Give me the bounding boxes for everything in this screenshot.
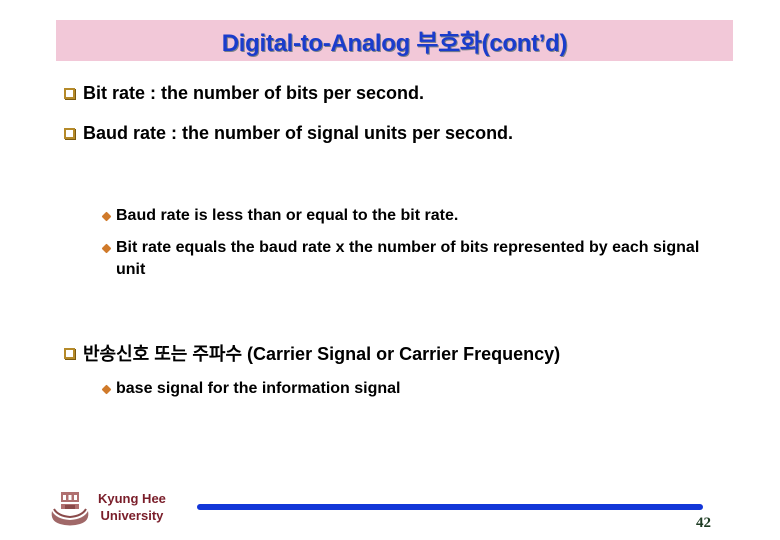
bullet-bit-rate: Bit rate : the number of bits per second… [64, 83, 424, 104]
university-name: Kyung Hee University [98, 490, 166, 524]
sub-bullet-text: Bit rate equals the baud rate x the numb… [116, 239, 700, 278]
bullet-text: 반송신호 또는 주파수 (Carrier Signal or Carrier F… [83, 344, 561, 364]
footer-rule [197, 504, 703, 510]
page-number: 42 [696, 515, 711, 531]
bullet-carrier-signal: 반송신호 또는 주파수 (Carrier Signal or Carrier F… [64, 340, 560, 366]
university-line-1: Kyung Hee [98, 491, 166, 506]
sub-bullet-base-signal: base signal for the information signal [101, 378, 401, 400]
slide-title: Digital-to-Analog 부호화(cont’d) [221, 30, 568, 57]
square-bullet-icon [64, 88, 75, 99]
university-emblem-icon [51, 492, 89, 526]
square-bullet-icon [64, 128, 75, 139]
bullet-text: Baud rate : the number of signal units p… [83, 123, 514, 143]
bullet-baud-rate: Baud rate : the number of signal units p… [64, 123, 513, 144]
title-bar: Digital-to-Analog 부호화(cont’d) [56, 20, 733, 61]
square-bullet-icon [64, 347, 75, 359]
sub-bullet-baud-less: Baud rate is less than or equal to the b… [101, 205, 459, 227]
university-line-2: University [100, 508, 164, 523]
sub-bullet-bit-rate-equals: Bit rate equals the baud rate x the numb… [101, 237, 733, 281]
bullet-text: Bit rate : the number of bits per second… [83, 83, 425, 103]
sub-bullet-text: Baud rate is less than or equal to the b… [116, 207, 459, 224]
sub-bullet-text: base signal for the information signal [116, 380, 401, 397]
